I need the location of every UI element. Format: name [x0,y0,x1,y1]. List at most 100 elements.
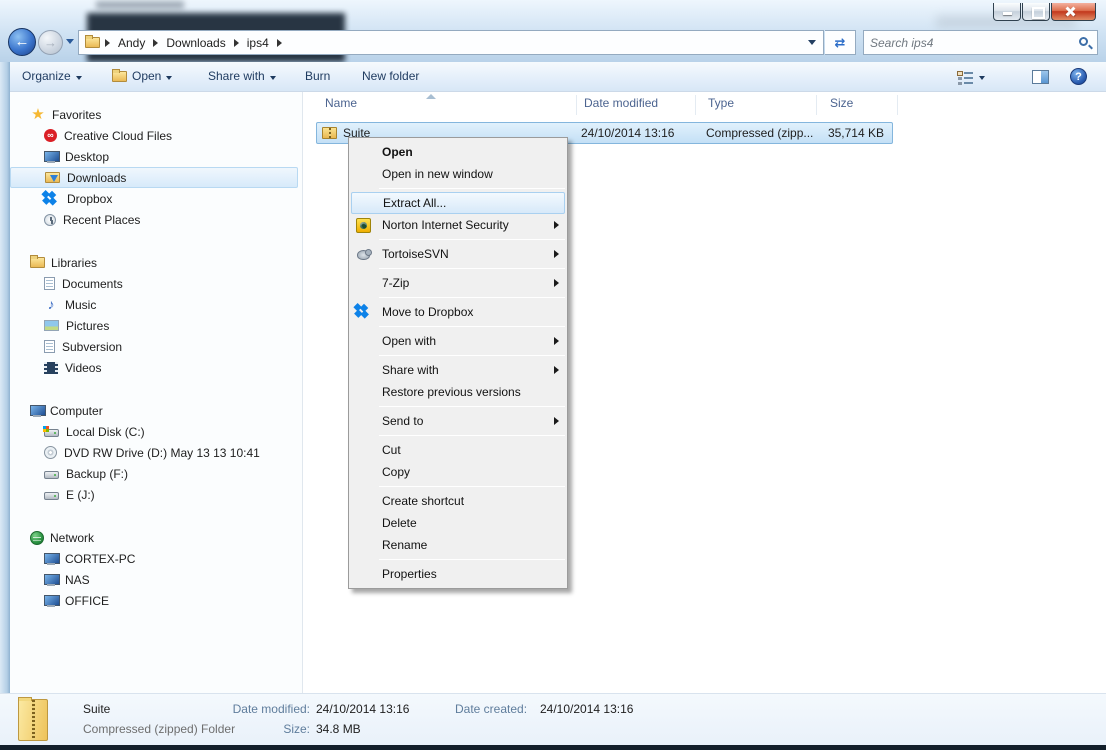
sidebar-item-label: Recent Places [63,212,141,227]
menu-item-open-in-new-window[interactable]: Open in new window [349,163,567,185]
menu-item-properties[interactable]: Properties [349,563,567,585]
new-folder-button[interactable]: New folder [362,62,419,91]
sidebar-item-office[interactable]: OFFICE [10,590,302,611]
breadcrumb-segment[interactable]: Downloads [163,36,228,50]
date-created-value: 24/10/2014 13:16 [540,702,634,716]
column-divider[interactable] [897,95,898,115]
sidebar-item-cortex-pc[interactable]: CORTEX-PC [10,548,302,569]
menu-item-norton-internet-security[interactable]: Norton Internet Security [349,214,567,236]
menu-item-open[interactable]: Open [349,141,567,163]
column-header-size[interactable]: Size [830,96,853,110]
menu-separator [379,355,565,356]
menu-separator [379,486,565,487]
preview-pane-icon [1032,69,1049,84]
column-divider[interactable] [816,95,817,115]
menu-item-create-shortcut[interactable]: Create shortcut [349,490,567,512]
dvd-drive-icon [44,446,57,459]
back-button[interactable]: ← [8,28,36,56]
menu-item-restore-previous-versions[interactable]: Restore previous versions [349,381,567,403]
sidebar-item-creative-cloud-files[interactable]: ∞ Creative Cloud Files [10,125,302,146]
chevron-down-icon [166,75,173,80]
sidebar-section-computer[interactable]: Computer [10,400,302,421]
menu-item-label: Create shortcut [382,494,465,508]
local-disk-icon [43,426,59,437]
sidebar-section-libraries[interactable]: Libraries [10,252,302,273]
column-header-date-modified[interactable]: Date modified [584,96,658,110]
libraries-icon [30,255,45,268]
sidebar-item-documents[interactable]: Documents [10,273,302,294]
open-folder-icon [112,69,127,82]
sidebar-item-videos[interactable]: Videos [10,357,302,378]
preview-pane-button[interactable] [1032,62,1049,91]
menu-item-7-zip[interactable]: 7-Zip [349,272,567,294]
videos-icon [44,361,58,374]
sidebar-item-subversion[interactable]: Subversion [10,336,302,357]
minimize-button[interactable] [993,3,1021,21]
sidebar-item-downloads[interactable]: Downloads [10,167,298,188]
column-divider[interactable] [695,95,696,115]
drive-icon [44,471,59,479]
forward-button[interactable]: → [38,30,63,55]
new-folder-label: New folder [362,69,420,83]
address-bar[interactable]: Andy Downloads ips4 [78,30,824,55]
menu-item-move-to-dropbox[interactable]: Move to Dropbox [349,301,567,323]
maximize-button[interactable] [1022,3,1050,21]
file-type: Compressed (zipp... [706,126,814,140]
sidebar-item-e-j[interactable]: E (J:) [10,484,302,505]
column-divider[interactable] [576,95,577,115]
menu-item-label: Copy [382,465,411,479]
menu-item-tortoisesvn[interactable]: TortoiseSVN [349,243,567,265]
history-dropdown-icon[interactable] [66,39,74,44]
breadcrumb-segment[interactable]: Andy [115,36,148,50]
open-button[interactable]: Open [112,62,173,91]
sidebar-item-recent-places[interactable]: Recent Places [10,209,302,230]
refresh-button[interactable]: ⇄ [825,30,856,55]
menu-item-send-to[interactable]: Send to [349,410,567,432]
address-dropdown-icon[interactable] [808,40,816,45]
breadcrumb-segment[interactable]: ips4 [244,36,272,50]
menu-item-rename[interactable]: Rename [349,534,567,556]
views-button[interactable] [957,62,985,91]
subversion-icon [44,340,55,353]
menu-item-label: Norton Internet Security [382,218,509,232]
recent-places-icon [44,213,56,226]
menu-item-label: Delete [382,516,417,530]
sidebar-section-favorites[interactable]: ★ Favorites [10,104,302,125]
sidebar-item-dvd-drive-d[interactable]: DVD RW Drive (D:) May 13 13 10:41 [10,442,302,463]
search-input[interactable] [870,33,1070,52]
close-button[interactable] [1051,3,1096,21]
burn-button[interactable]: Burn [305,62,330,91]
sidebar-item-local-disk-c[interactable]: Local Disk (C:) [10,421,302,442]
sidebar-item-label: Downloads [67,170,127,185]
share-with-label: Share with [208,69,265,83]
search-icon[interactable] [1079,37,1088,46]
sidebar-item-backup-f[interactable]: Backup (F:) [10,463,302,484]
help-button[interactable]: ? [1070,62,1087,91]
column-header-type[interactable]: Type [708,96,734,110]
column-header-name[interactable]: Name [325,96,357,110]
menu-item-cut[interactable]: Cut [349,439,567,461]
menu-item-copy[interactable]: Copy [349,461,567,483]
sidebar-item-desktop[interactable]: Desktop [10,146,302,167]
menu-item-open-with[interactable]: Open with [349,330,567,352]
menu-item-share-with[interactable]: Share with [349,359,567,381]
menu-separator [379,268,565,269]
file-date-modified: 24/10/2014 13:16 [581,126,675,140]
share-with-button[interactable]: Share with [208,62,276,91]
sidebar-item-pictures[interactable]: Pictures [10,315,302,336]
menu-item-extract-all[interactable]: Extract All... [351,192,565,214]
pictures-icon [44,320,59,331]
sidebar-item-label: E (J:) [66,487,95,502]
sidebar-section-network[interactable]: Network [10,527,302,548]
menu-item-delete[interactable]: Delete [349,512,567,534]
sidebar-item-music[interactable]: ♪ Music [10,294,302,315]
date-created-label: Date created: [455,702,528,716]
menu-item-label: Restore previous versions [382,385,521,399]
chevron-down-icon [979,75,985,80]
dropbox-icon [356,304,372,319]
organize-button[interactable]: Organize [22,62,82,91]
downloads-icon [45,172,60,183]
sidebar-item-nas[interactable]: NAS [10,569,302,590]
sidebar-item-dropbox[interactable]: Dropbox [10,188,302,209]
tortoisesvn-icon [356,247,372,260]
